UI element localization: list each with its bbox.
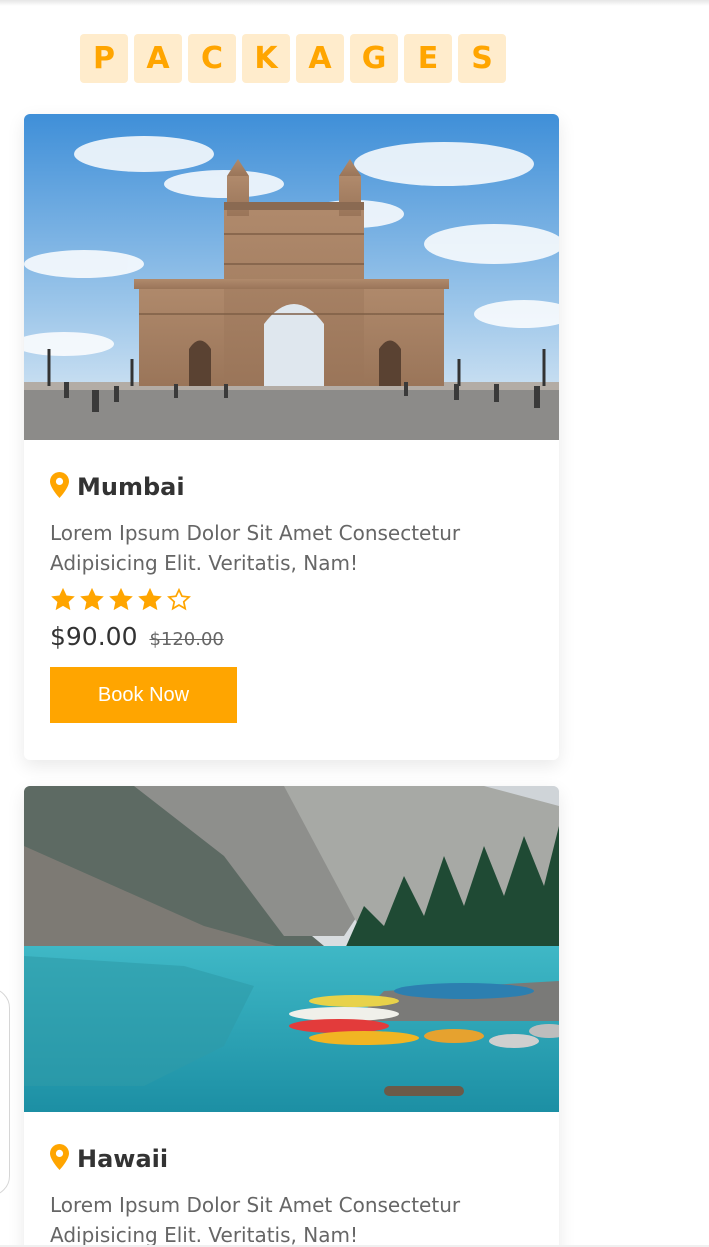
top-edge-shadow (0, 0, 709, 6)
star-filled-icon (137, 587, 163, 616)
star-outline-icon (166, 587, 192, 616)
map-marker-icon (50, 1144, 69, 1174)
package-location: Mumbai (77, 473, 185, 501)
heading-letter: A (134, 34, 182, 83)
heading-letter: G (350, 34, 398, 83)
star-filled-icon (79, 587, 105, 616)
heading-letter: K (242, 34, 290, 83)
star-filled-icon (108, 587, 134, 616)
current-price: $90.00 (50, 622, 138, 651)
heading-letter: S (458, 34, 506, 83)
rating-stars (50, 587, 533, 616)
star-filled-icon (50, 587, 76, 616)
package-card-mumbai: Mumbai Lorem Ipsum Dolor Sit Amet Consec… (24, 114, 559, 760)
map-marker-icon (50, 472, 69, 502)
packages-heading: P A C K A G E S (80, 34, 506, 83)
package-description: Lorem Ipsum Dolor Sit Amet Consectetur A… (50, 521, 461, 575)
package-price: $90.00 $120.00 (50, 622, 533, 651)
gateway-of-india-photo (24, 114, 559, 440)
heading-letter: A (296, 34, 344, 83)
heading-letter: E (404, 34, 452, 83)
heading-letter: C (188, 34, 236, 83)
side-floating-panel[interactable] (0, 988, 10, 1196)
package-card-hawaii: Hawaii Lorem Ipsum Dolor Sit Amet Consec… (24, 786, 559, 1247)
heading-letter: P (80, 34, 128, 83)
book-now-button[interactable]: Book Now (50, 667, 237, 723)
package-description: Lorem Ipsum Dolor Sit Amet Consectetur A… (50, 1193, 461, 1247)
package-location: Hawaii (77, 1145, 169, 1173)
mountain-lake-photo (24, 786, 559, 1112)
original-price: $120.00 (149, 629, 224, 650)
